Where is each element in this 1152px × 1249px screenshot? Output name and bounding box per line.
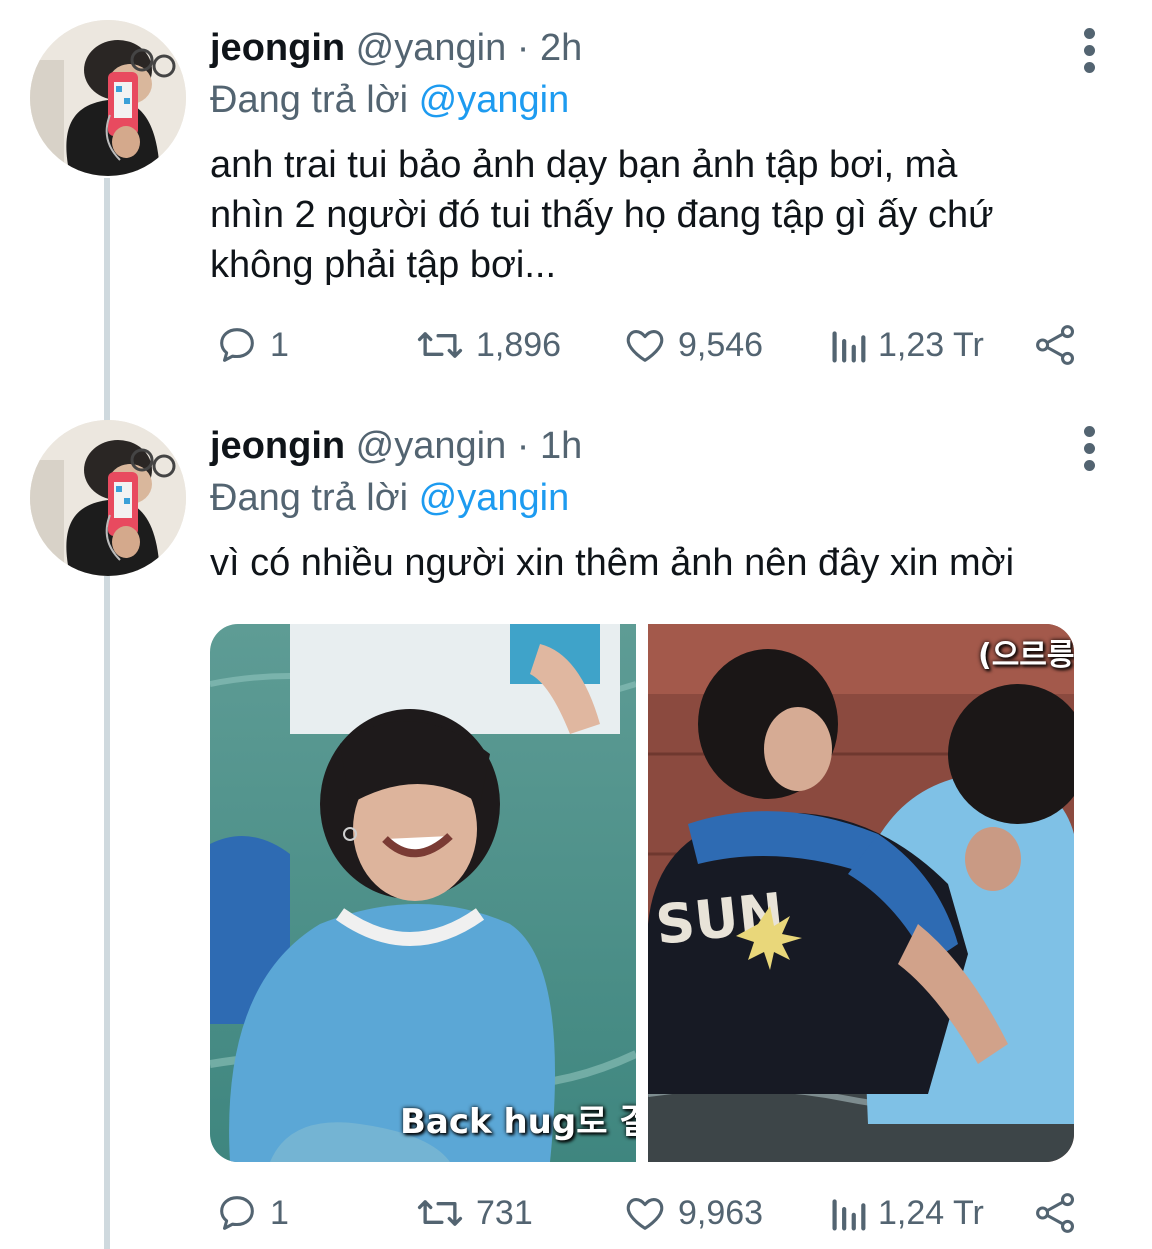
tweet-text: vì có nhiều người xin thêm ảnh nên đây x… — [210, 542, 1015, 584]
views-bar-chart-icon — [832, 331, 866, 363]
separator: · — [516, 27, 530, 69]
views-button[interactable]: 1,24 Tr — [828, 1188, 984, 1238]
avatar[interactable] — [30, 420, 186, 576]
retweet-button[interactable]: 731 — [414, 1188, 533, 1238]
heart-icon — [626, 330, 664, 362]
retweet-button[interactable]: 1,896 — [414, 320, 561, 370]
share-button[interactable] — [1032, 320, 1090, 370]
display-name[interactable]: jeongin — [210, 27, 345, 69]
user-handle[interactable]: @yangin — [356, 425, 507, 467]
reply-button[interactable]: 1 — [214, 1188, 289, 1238]
like-button[interactable]: 9,963 — [622, 1188, 763, 1238]
retweet-count: 1,896 — [476, 325, 562, 364]
tweet-actions: 1 1,896 9,546 1,23 Tr — [210, 320, 1090, 370]
media-photo-right[interactable]: SUN (으르릉 — [648, 624, 1074, 1162]
reply-button[interactable]: 1 — [214, 320, 289, 370]
like-count: 9,963 — [678, 1193, 764, 1232]
media-photo-left[interactable]: Back hug로 결 — [210, 624, 636, 1162]
tweet[interactable]: jeongin @yangin · 1h Đang trả lời @yangi… — [0, 400, 1152, 1249]
share-icon — [1036, 325, 1075, 365]
share-icon — [1036, 1193, 1075, 1233]
replying-to-label: Đang trả lời — [210, 79, 409, 121]
tweet-actions: 1 731 9,963 1,24 Tr — [210, 1188, 1090, 1238]
reply-count: 1 — [270, 1193, 289, 1232]
like-count: 9,546 — [678, 325, 764, 364]
photo-caption: Back hug로 결 — [400, 1102, 636, 1142]
reply-bubble-icon — [220, 328, 254, 362]
tweet-header: jeongin @yangin · 1h — [210, 422, 582, 470]
retweet-icon — [417, 1200, 463, 1226]
reply-bubble-icon — [220, 1196, 254, 1230]
more-vertical-icon[interactable] — [1078, 28, 1102, 98]
photo-caption: (으르릉 — [978, 638, 1074, 673]
tweet-media-grid: Back hug로 결 SUN (으르릉 — [210, 624, 1074, 1162]
reply-count: 1 — [270, 325, 289, 364]
tweet-header: jeongin @yangin · 2h — [210, 24, 582, 72]
view-count: 1,23 Tr — [878, 325, 984, 364]
heart-icon — [626, 1198, 664, 1230]
like-button[interactable]: 9,546 — [622, 320, 763, 370]
reply-mention-link[interactable]: @yangin — [419, 477, 570, 519]
retweet-icon — [417, 332, 463, 358]
reply-mention-link[interactable]: @yangin — [419, 79, 570, 121]
views-button[interactable]: 1,23 Tr — [828, 320, 984, 370]
tweet[interactable]: jeongin @yangin · 2h Đang trả lời @yangi… — [0, 0, 1152, 400]
views-bar-chart-icon — [832, 1199, 866, 1231]
timestamp[interactable]: 1h — [540, 425, 582, 467]
share-button[interactable] — [1032, 1188, 1090, 1238]
retweet-count: 731 — [476, 1193, 533, 1232]
view-count: 1,24 Tr — [878, 1193, 984, 1232]
replying-to-line: Đang trả lời @yangin — [210, 76, 569, 124]
separator: · — [516, 425, 530, 467]
timestamp[interactable]: 2h — [540, 27, 582, 69]
user-handle[interactable]: @yangin — [356, 27, 507, 69]
avatar[interactable] — [30, 20, 186, 176]
replying-to-line: Đang trả lời @yangin — [210, 474, 569, 522]
display-name[interactable]: jeongin — [210, 425, 345, 467]
more-vertical-icon[interactable] — [1078, 426, 1102, 496]
replying-to-label: Đang trả lời — [210, 477, 409, 519]
tweet-text: anh trai tui bảo ảnh dạy bạn ảnh tập bơi… — [210, 144, 994, 286]
